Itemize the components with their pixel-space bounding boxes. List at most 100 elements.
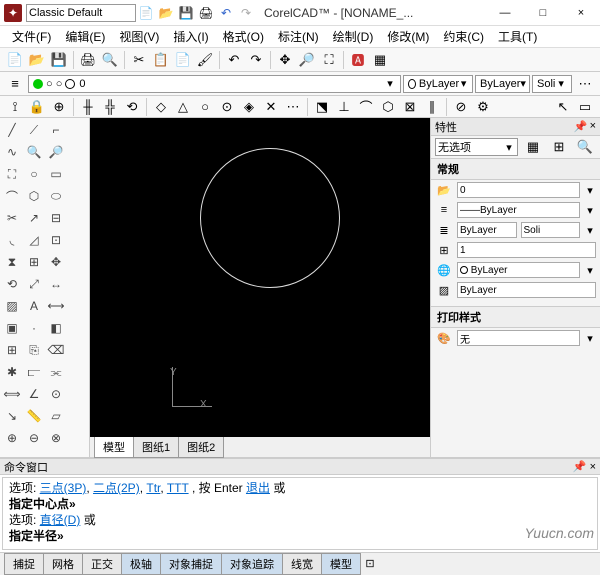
cmd-link-ttr[interactable]: Ttr — [146, 481, 160, 495]
pan-button[interactable]: ✥ — [275, 50, 295, 70]
snap-app[interactable]: ⊠ — [400, 97, 420, 117]
prop-plotstyle[interactable]: 无 — [457, 330, 580, 346]
prop-color[interactable]: ByLayer — [457, 262, 580, 278]
prop-linestyle[interactable]: Soli — [521, 222, 581, 238]
snap-end[interactable]: ◇ — [151, 97, 171, 117]
redo-icon[interactable]: ↷ — [238, 5, 254, 21]
polyline-tool[interactable]: ⌐ — [46, 120, 66, 140]
snap-center[interactable]: ○ — [195, 97, 215, 117]
quick-select-icon[interactable]: 🔍 — [575, 137, 595, 157]
select-cursor-icon[interactable]: ↖ — [553, 97, 573, 117]
status-otrack[interactable]: 对象追踪 — [221, 553, 283, 575]
stretch-tool[interactable]: ↔ — [46, 274, 66, 294]
point-tool[interactable]: · — [24, 318, 44, 338]
linetype-dropdown[interactable]: ByLayer▾ — [475, 75, 530, 93]
save-icon[interactable]: 💾 — [178, 5, 194, 21]
fillet-tool[interactable]: ◟ — [2, 230, 22, 250]
offset-tool[interactable]: ⊡ — [46, 230, 66, 250]
snap-ext[interactable]: ⋯ — [283, 97, 303, 117]
cmd-link-3p[interactable]: 三点(3P) — [40, 481, 87, 495]
open-button[interactable]: 📂 — [27, 50, 47, 70]
trim-tool[interactable]: ✂ — [2, 208, 22, 228]
snap-mid[interactable]: △ — [173, 97, 193, 117]
undo-icon[interactable]: ↶ — [218, 5, 234, 21]
print-button[interactable]: 🖨 — [78, 50, 98, 70]
snap-near[interactable]: ⬡ — [378, 97, 398, 117]
zoom-out-tool[interactable]: 🔎 — [46, 142, 66, 162]
snap-4[interactable]: ╫ — [78, 97, 98, 117]
undo-button[interactable]: ↶ — [224, 50, 244, 70]
menu-edit[interactable]: 编辑(E) — [61, 26, 109, 47]
snap-settings[interactable]: ⚙ — [473, 97, 493, 117]
panel-pin-icon[interactable]: 📌 — [574, 120, 588, 133]
prop-layer[interactable]: 0 — [457, 182, 580, 198]
leader-tool[interactable]: ↘ — [2, 406, 22, 426]
status-snap[interactable]: 捕捉 — [4, 553, 44, 575]
move-tool[interactable]: ✥ — [46, 252, 66, 272]
menu-constraint[interactable]: 约束(C) — [439, 26, 488, 47]
new-button[interactable]: 📄 — [5, 50, 25, 70]
tool-c[interactable]: ⊗ — [46, 428, 66, 448]
panel-pin-icon[interactable]: 📌 × — [573, 460, 596, 473]
spline-tool[interactable]: ∿ — [2, 142, 22, 162]
snap-node[interactable]: ⊙ — [217, 97, 237, 117]
snap-par[interactable]: ∥ — [422, 97, 442, 117]
cmd-link-exit[interactable]: 退出 — [246, 481, 270, 495]
chevron-down-icon[interactable]: ▾ — [584, 184, 596, 197]
explode-tool[interactable]: ✱ — [2, 362, 22, 382]
dim-angular[interactable]: ∠ — [24, 384, 44, 404]
status-extra-1[interactable]: ⊡ — [361, 555, 379, 573]
dim-radius[interactable]: ⊙ — [46, 384, 66, 404]
snap-int[interactable]: ✕ — [261, 97, 281, 117]
copy-tool[interactable]: ⎘ — [24, 340, 44, 360]
tool-b[interactable]: ⊖ — [24, 428, 44, 448]
status-lweight[interactable]: 线宽 — [282, 553, 322, 575]
table-tool[interactable]: ⊞ — [2, 340, 22, 360]
cmd-link-diameter[interactable]: 直径(D) — [40, 513, 81, 527]
design-center-button[interactable]: ▦ — [370, 50, 390, 70]
status-osnap[interactable]: 对象捕捉 — [160, 553, 222, 575]
print-icon[interactable]: 🖨 — [198, 5, 214, 21]
cut-button[interactable]: ✂ — [129, 50, 149, 70]
zoom-button[interactable]: 🔎 — [297, 50, 317, 70]
snap-none[interactable]: ⊘ — [451, 97, 471, 117]
paste-button[interactable]: 📄 — [173, 50, 193, 70]
drawing-canvas[interactable]: YX — [90, 118, 430, 437]
menu-tools[interactable]: 工具(T) — [494, 26, 541, 47]
status-ortho[interactable]: 正交 — [82, 553, 122, 575]
prop-lineweight[interactable]: ByLayer — [457, 222, 517, 238]
menu-file[interactable]: 文件(F) — [8, 26, 55, 47]
snap-ins[interactable]: ⬔ — [312, 97, 332, 117]
redo-button[interactable]: ↷ — [246, 50, 266, 70]
preview-button[interactable]: 🔍 — [100, 50, 120, 70]
tool-f[interactable]: ◒ — [46, 450, 66, 457]
dim-linear[interactable]: ⟺ — [2, 384, 22, 404]
text-tool[interactable]: A — [24, 296, 44, 316]
polygon-tool[interactable]: ⬡ — [24, 186, 44, 206]
copy-button[interactable]: 📋 — [151, 50, 171, 70]
match-button[interactable]: 🖌 — [195, 50, 215, 70]
hatch-tool[interactable]: ▨ — [2, 296, 22, 316]
tool-e[interactable]: ◑ — [24, 450, 44, 457]
rect-tool[interactable]: ▭ — [46, 164, 66, 184]
prop-transparency[interactable]: ByLayer — [457, 282, 596, 298]
layer-dropdown[interactable]: ○ ○ 0 ▾ — [28, 75, 401, 93]
chamfer-tool[interactable]: ◿ — [24, 230, 44, 250]
menu-view[interactable]: 视图(V) — [115, 26, 163, 47]
mirror-tool[interactable]: ⧗ — [2, 252, 22, 272]
layer-extra-button[interactable]: ⋯ — [575, 74, 595, 94]
properties-button[interactable]: 🅰 — [348, 50, 368, 70]
select-similar-icon[interactable]: ▭ — [575, 97, 595, 117]
cmd-link-ttt[interactable]: TTT — [167, 481, 189, 495]
layer-manager-button[interactable]: ≡ — [5, 74, 25, 94]
tab-model[interactable]: 模型 — [94, 436, 134, 458]
dim-tool[interactable]: ⟷ — [46, 296, 66, 316]
line-tool[interactable]: ╱ — [2, 120, 22, 140]
workspace-dropdown[interactable] — [26, 4, 136, 22]
break-tool[interactable]: ⊟ — [46, 208, 66, 228]
snap-5[interactable]: ╬ — [100, 97, 120, 117]
tool-a[interactable]: ⊕ — [2, 428, 22, 448]
tab-sheet1[interactable]: 图纸1 — [133, 436, 179, 458]
prop-scale[interactable]: 1 — [457, 242, 596, 258]
new-icon[interactable]: 📄 — [138, 5, 154, 21]
